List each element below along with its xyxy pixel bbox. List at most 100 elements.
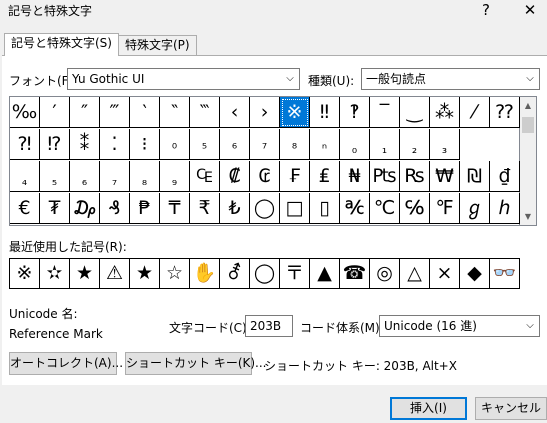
symbol-cell[interactable]: ₤: [310, 161, 340, 192]
symbol-grid[interactable]: ‰ ′ ″ ‴ ‵ ‶ ‷ ‹ › ※ ‼ ‽ ‾ ‿ ⁂ ⁄ ⁇ ⁈ ⁉ ⁑ ⁚ ⁝ ⁰ ⁵ ⁶ ⁷ ⁸ ⁿ ₀ ₁ ₂ ₃ ₄ ₅ ₆ ₇ ₈ ₉ ₠ ₡…: [9, 96, 520, 226]
symbol-cell[interactable]: ₱: [130, 193, 160, 224]
symbol-cell[interactable]: ‽: [340, 97, 370, 128]
symbol-cell[interactable]: ₣: [280, 161, 310, 192]
symbol-cell[interactable]: ₪: [460, 161, 490, 192]
symbol-cell[interactable]: ₸: [160, 193, 190, 224]
symbol-cell[interactable]: ₆: [70, 161, 100, 192]
scroll-up-icon[interactable]: ▲: [520, 97, 536, 114]
recent-symbol-cell[interactable]: ☆: [160, 258, 190, 289]
symbol-cell[interactable]: ₂: [400, 129, 430, 160]
symbol-cell[interactable]: ※: [280, 97, 310, 128]
symbol-cell[interactable]: ‷: [190, 97, 220, 128]
symbol-cell[interactable]: ℅: [400, 193, 430, 224]
symbol-cell[interactable]: ₦: [340, 161, 370, 192]
symbol-cell[interactable]: ₺: [220, 193, 250, 224]
recent-symbol-cell[interactable]: ▲: [310, 258, 340, 289]
shortcut-key-button[interactable]: ショートカット キー(K)...: [125, 352, 267, 375]
symbol-cell[interactable]: ⁚: [100, 129, 130, 160]
symbol-cell[interactable]: ₠: [190, 161, 220, 192]
tab-special-characters[interactable]: 特殊文字(P): [118, 35, 197, 56]
help-button[interactable]: ?: [474, 0, 498, 22]
insert-button[interactable]: 挿入(I): [390, 397, 467, 420]
recent-symbol-cell[interactable]: 👓: [490, 258, 520, 289]
scroll-down-icon[interactable]: ▼: [520, 208, 536, 225]
symbol-cell[interactable]: ₅: [40, 161, 70, 192]
symbol-cell[interactable]: ₃: [430, 129, 460, 160]
symbol-cell[interactable]: ₧: [370, 161, 400, 192]
recent-symbol-cell[interactable]: ⚠: [100, 258, 130, 289]
symbol-cell[interactable]: □: [280, 193, 310, 224]
symbol-cell[interactable]: ₁: [370, 129, 400, 160]
symbol-cell[interactable]: ‾: [370, 97, 400, 128]
recent-symbol-cell[interactable]: ※: [10, 258, 40, 289]
symbol-cell[interactable]: ℃: [370, 193, 400, 224]
encoding-select[interactable]: Unicode (16 進) ⌵: [379, 315, 540, 337]
font-select[interactable]: Yu Gothic UI ⌵: [67, 68, 300, 90]
autocorrect-button[interactable]: オートコレクト(A)...: [9, 352, 123, 375]
symbol-cell[interactable]: ⁂: [430, 97, 460, 128]
symbol-cell[interactable]: ″: [70, 97, 100, 128]
recent-symbol-cell[interactable]: ◯: [250, 258, 280, 289]
symbol-cell[interactable]: ₇: [100, 161, 130, 192]
symbol-cell[interactable]: ₰: [100, 193, 130, 224]
symbol-cell[interactable]: ⁰: [160, 129, 190, 160]
symbol-cell[interactable]: ‵: [130, 97, 160, 128]
close-button[interactable]: ✕: [518, 0, 542, 22]
symbol-cell[interactable]: ▯: [310, 193, 340, 224]
symbol-cell[interactable]: ‼: [310, 97, 340, 128]
symbol-cell[interactable]: ₀: [340, 129, 370, 160]
scroll-thumb[interactable]: [522, 117, 534, 133]
symbol-cell[interactable]: ₈: [130, 161, 160, 192]
symbol-cell[interactable]: ₢: [250, 161, 280, 192]
symbol-cell[interactable]: ₨: [400, 161, 430, 192]
symbol-cell[interactable]: ‶: [160, 97, 190, 128]
symbol-cell[interactable]: ⁷: [250, 129, 280, 160]
symbol-cell[interactable]: ⁑: [70, 129, 100, 160]
symbol-cell[interactable]: €: [10, 193, 40, 224]
symbol-cell[interactable]: ⁿ: [310, 129, 340, 160]
cancel-button[interactable]: キャンセル: [475, 397, 547, 420]
symbol-cell[interactable]: ℊ: [460, 193, 490, 224]
symbol-cell[interactable]: ₉: [160, 161, 190, 192]
symbol-cell[interactable]: ₯: [70, 193, 100, 224]
char-code-input[interactable]: 203B: [245, 315, 293, 337]
symbol-cell[interactable]: ₩: [430, 161, 460, 192]
recent-symbol-cell[interactable]: ◆: [460, 258, 490, 289]
symbol-cell[interactable]: ‿: [400, 97, 430, 128]
symbol-cell[interactable]: ₡: [220, 161, 250, 192]
symbol-grid-scrollbar[interactable]: ▲ ▼: [520, 96, 537, 226]
tab-symbols[interactable]: 記号と特殊文字(S): [4, 33, 119, 56]
symbol-cell[interactable]: ‰: [10, 97, 40, 128]
symbol-cell[interactable]: ◯: [250, 193, 280, 224]
symbol-cell[interactable]: ₫: [490, 161, 520, 192]
symbol-cell[interactable]: ⁄: [460, 97, 490, 128]
symbol-cell[interactable]: ⁈: [10, 129, 40, 160]
symbol-cell[interactable]: ₄: [10, 161, 40, 192]
symbol-cell[interactable]: ₹: [190, 193, 220, 224]
symbol-cell[interactable]: ⁵: [190, 129, 220, 160]
symbol-cell[interactable]: ⁇: [490, 97, 520, 128]
symbol-cell[interactable]: ‴: [100, 97, 130, 128]
recent-symbol-cell[interactable]: △: [400, 258, 430, 289]
recent-symbol-cell[interactable]: ★: [70, 258, 100, 289]
recent-symbol-cell[interactable]: ✫: [40, 258, 70, 289]
symbol-cell[interactable]: ⁶: [220, 129, 250, 160]
symbol-cell[interactable]: ⁉: [40, 129, 70, 160]
recent-symbol-cell[interactable]: ★: [130, 258, 160, 289]
recent-symbol-cell[interactable]: ◎: [370, 258, 400, 289]
symbol-cell[interactable]: ℉: [430, 193, 460, 224]
subset-select[interactable]: 一般句読点 ⌵: [361, 68, 540, 90]
symbol-cell[interactable]: ‹: [220, 97, 250, 128]
symbol-cell[interactable]: ′: [40, 97, 70, 128]
symbol-cell[interactable]: ℎ: [490, 193, 520, 224]
symbol-cell[interactable]: ⁸: [280, 129, 310, 160]
symbol-cell[interactable]: ₮: [40, 193, 70, 224]
symbol-cell[interactable]: ›: [250, 97, 280, 128]
symbol-cell[interactable]: ℀: [340, 193, 370, 224]
recent-symbol-cell[interactable]: ×: [430, 258, 460, 289]
recent-symbol-cell[interactable]: ⚦: [220, 258, 250, 289]
recent-symbols[interactable]: ※ ✫ ★ ⚠ ★ ☆ ✋ ⚦ ◯ 〒 ▲ ☎ ◎ △ × ◆ 👓: [9, 258, 520, 289]
recent-symbol-cell[interactable]: 〒: [280, 258, 310, 289]
recent-symbol-cell[interactable]: ☎: [340, 258, 370, 289]
symbol-cell[interactable]: ⁝: [130, 129, 160, 160]
